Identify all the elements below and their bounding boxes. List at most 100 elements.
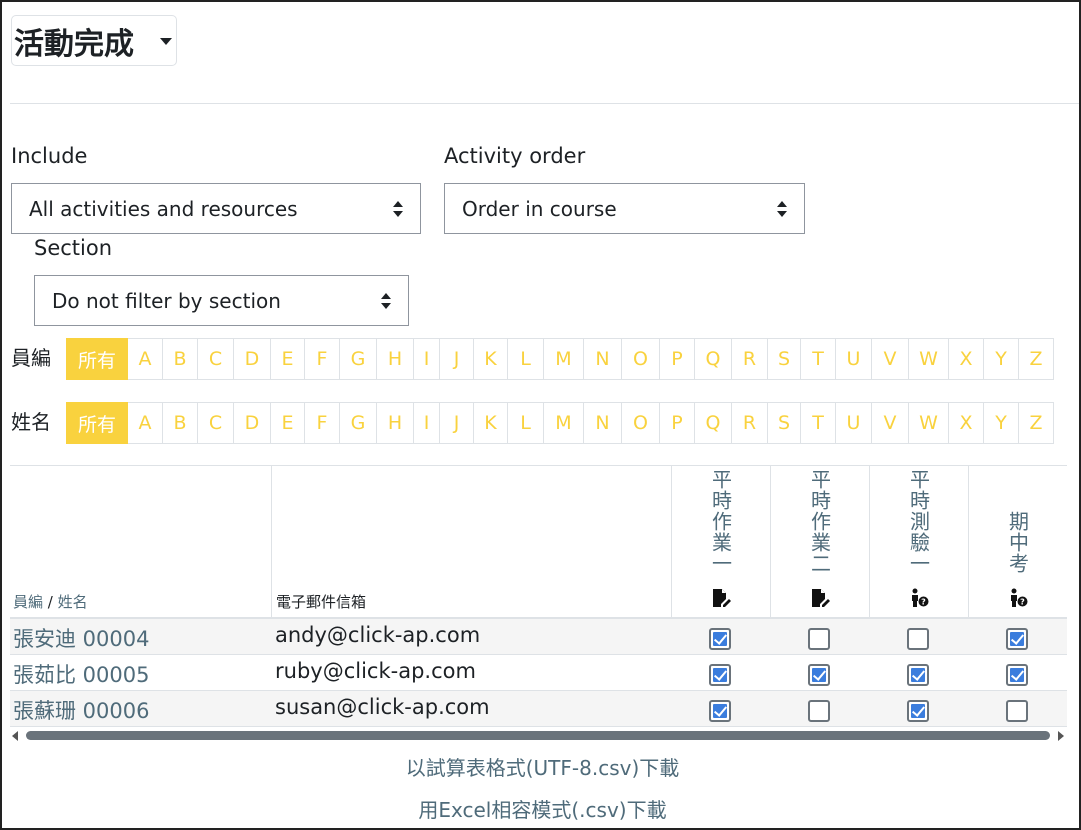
- name-initial-b[interactable]: B: [163, 402, 198, 444]
- idnumber-initial-u[interactable]: U: [836, 338, 872, 380]
- completion-checked-checkbox[interactable]: [709, 628, 731, 650]
- name-initial-e[interactable]: E: [271, 402, 305, 444]
- name-initial-i[interactable]: I: [414, 402, 440, 444]
- idnumber-initial-j[interactable]: J: [440, 338, 474, 380]
- user-name-link[interactable]: 張蘇珊 00006: [13, 695, 149, 725]
- name-initial-f[interactable]: F: [305, 402, 340, 444]
- name-initial-c[interactable]: C: [198, 402, 234, 444]
- completion-checked-checkbox[interactable]: [1006, 664, 1028, 686]
- user-name-link[interactable]: 張安迪 00004: [13, 623, 149, 653]
- activity-name-link[interactable]: 平時作業二: [806, 469, 835, 574]
- activity-name-link[interactable]: 期中考: [1004, 511, 1033, 574]
- idnumber-initial-r[interactable]: R: [732, 338, 768, 380]
- completion-unchecked-checkbox[interactable]: [907, 628, 929, 650]
- completion-checked-checkbox[interactable]: [709, 700, 731, 722]
- user-name-link[interactable]: 張茹比 00005: [13, 659, 149, 689]
- select-arrows-icon: [393, 201, 403, 217]
- activity-order-select[interactable]: Order in course: [444, 183, 805, 234]
- idnumber-initial-c[interactable]: C: [198, 338, 234, 380]
- horizontal-scrollbar[interactable]: [12, 730, 1064, 742]
- name-initial-y[interactable]: Y: [984, 402, 1019, 444]
- idnumber-initial-e[interactable]: E: [271, 338, 305, 380]
- sort-idnumber-link[interactable]: 員編: [13, 593, 43, 611]
- name-initial-o[interactable]: O: [622, 402, 660, 444]
- quiz-icon: ?: [1008, 588, 1028, 608]
- name-initial-t[interactable]: T: [801, 402, 836, 444]
- name-initial-a[interactable]: A: [128, 402, 163, 444]
- idnumber-initial-l[interactable]: L: [508, 338, 544, 380]
- activity-header-2: 平時作業二: [770, 466, 869, 618]
- idnumber-initial-b[interactable]: B: [163, 338, 198, 380]
- completion-checked-checkbox[interactable]: [907, 700, 929, 722]
- idnumber-initial-p[interactable]: P: [660, 338, 695, 380]
- completion-unchecked-checkbox[interactable]: [808, 700, 830, 722]
- idnumber-initial-z[interactable]: Z: [1019, 338, 1054, 380]
- idnumber-initial-a[interactable]: A: [128, 338, 163, 380]
- table-row: 張茹比 00005 ruby@click-ap.com: [10, 655, 1067, 691]
- name-initial-s[interactable]: S: [768, 402, 801, 444]
- name-initial-all[interactable]: 所有: [66, 402, 128, 444]
- idnumber-initial-all[interactable]: 所有: [66, 338, 128, 380]
- user-email: andy@click-ap.com: [275, 623, 481, 647]
- idnumber-initial-w[interactable]: W: [909, 338, 949, 380]
- scroll-right-icon[interactable]: [1058, 731, 1064, 741]
- activity-name-link[interactable]: 平時作業一: [707, 469, 736, 574]
- idnumber-initial-i[interactable]: I: [414, 338, 440, 380]
- download-spreadsheet-link[interactable]: 以試算表格式(UTF-8.csv)下載: [2, 752, 1081, 781]
- name-initial-w[interactable]: W: [909, 402, 949, 444]
- name-initial-v[interactable]: V: [872, 402, 909, 444]
- name-initial-r[interactable]: R: [732, 402, 768, 444]
- scroll-left-icon[interactable]: [12, 731, 18, 741]
- section-select[interactable]: Do not filter by section: [34, 275, 409, 326]
- idnumber-initial-s[interactable]: S: [768, 338, 801, 380]
- completion-unchecked-checkbox[interactable]: [808, 628, 830, 650]
- idnumber-initial-o[interactable]: O: [622, 338, 660, 380]
- name-initial-k[interactable]: K: [474, 402, 508, 444]
- idnumber-initial-t[interactable]: T: [801, 338, 836, 380]
- idnumber-initials-bar: 所有 A B C D E F G H I J K L M N O P Q R S T U V W X Y Z: [66, 338, 1054, 380]
- assignment-icon: [810, 588, 830, 608]
- header-user-cell: 員編 / 姓名: [10, 466, 271, 618]
- include-select[interactable]: All activities and resources: [11, 183, 421, 234]
- idnumber-initial-n[interactable]: N: [584, 338, 622, 380]
- activity-name-link[interactable]: 平時測驗一: [905, 469, 934, 574]
- header-email-cell: 電子郵件信箱: [271, 466, 671, 618]
- user-email: ruby@click-ap.com: [275, 659, 476, 683]
- completion-checked-checkbox[interactable]: [709, 664, 731, 686]
- header-email: 電子郵件信箱: [276, 593, 367, 611]
- completion-checked-checkbox[interactable]: [907, 664, 929, 686]
- idnumber-initial-h[interactable]: H: [377, 338, 414, 380]
- name-initial-p[interactable]: P: [660, 402, 695, 444]
- divider: [10, 103, 1079, 104]
- page-title-menu[interactable]: 活動完成: [11, 15, 177, 66]
- idnumber-initial-q[interactable]: Q: [695, 338, 732, 380]
- activity-order-label: Activity order: [444, 144, 586, 168]
- name-initial-q[interactable]: Q: [695, 402, 732, 444]
- download-excel-link[interactable]: 用Excel相容模式(.csv)下載: [2, 794, 1081, 823]
- idnumber-initial-v[interactable]: V: [872, 338, 909, 380]
- idnumber-initial-g[interactable]: G: [340, 338, 377, 380]
- name-initial-h[interactable]: H: [377, 402, 414, 444]
- idnumber-initial-k[interactable]: K: [474, 338, 508, 380]
- name-initial-d[interactable]: D: [234, 402, 271, 444]
- idnumber-initial-d[interactable]: D: [234, 338, 271, 380]
- idnumber-initial-f[interactable]: F: [305, 338, 340, 380]
- activity-order-select-value: Order in course: [462, 196, 617, 221]
- idnumber-initial-y[interactable]: Y: [984, 338, 1019, 380]
- name-initial-n[interactable]: N: [584, 402, 622, 444]
- name-initial-j[interactable]: J: [440, 402, 474, 444]
- name-initial-m[interactable]: M: [544, 402, 584, 444]
- name-initial-l[interactable]: L: [508, 402, 544, 444]
- sort-name-link[interactable]: 姓名: [58, 593, 88, 611]
- idnumber-initial-x[interactable]: X: [949, 338, 984, 380]
- name-initial-g[interactable]: G: [340, 402, 377, 444]
- scrollbar-thumb[interactable]: [26, 731, 1050, 740]
- completion-checked-checkbox[interactable]: [1006, 628, 1028, 650]
- idnumber-initial-m[interactable]: M: [544, 338, 584, 380]
- name-initial-x[interactable]: X: [949, 402, 984, 444]
- name-initial-z[interactable]: Z: [1019, 402, 1054, 444]
- name-initial-u[interactable]: U: [836, 402, 872, 444]
- name-initials-bar: 所有 A B C D E F G H I J K L M N O P Q R S T U V W X Y Z: [66, 402, 1054, 444]
- completion-unchecked-checkbox[interactable]: [1006, 700, 1028, 722]
- completion-checked-checkbox[interactable]: [808, 664, 830, 686]
